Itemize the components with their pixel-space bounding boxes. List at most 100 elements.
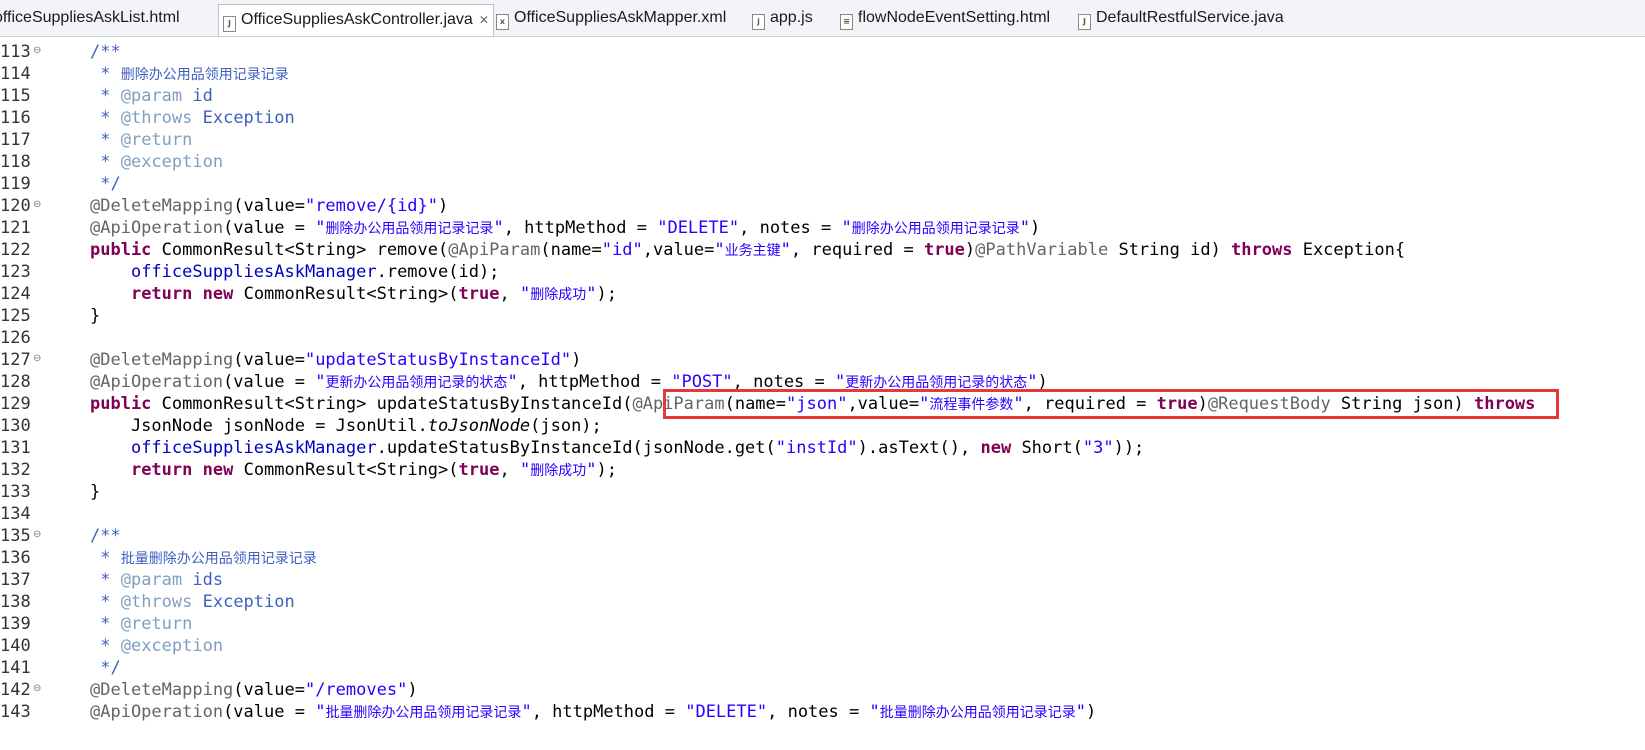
- line-number: 129: [0, 394, 31, 414]
- tab-officesuppliesasklist-html[interactable]: officeSuppliesAskList.html: [0, 5, 180, 31]
- java-file-icon: J: [223, 16, 236, 32]
- code-editor[interactable]: 113 ⊖/** 114 * 删除办公用品领用记录记录 115 * @param id…: [0, 37, 1645, 750]
- code-text[interactable]: /**: [90, 525, 121, 548]
- code-text[interactable]: * @param id: [90, 85, 213, 108]
- code-token: public: [90, 394, 152, 414]
- fold-collapse-icon[interactable]: ⊖: [33, 529, 41, 540]
- code-token: throws: [1231, 240, 1293, 260]
- code-token: 流程事件参数: [929, 397, 1014, 413]
- code-token: ): [1037, 372, 1048, 392]
- line-number: 137: [0, 570, 31, 590]
- code-text[interactable]: @DeleteMapping(value="remove/{id}"): [90, 195, 448, 218]
- code-token: String json): [1330, 394, 1474, 414]
- code-token: ,: [499, 460, 520, 480]
- code-token: ": [586, 284, 597, 304]
- code-token: *: [90, 592, 121, 612]
- code-text[interactable]: return new CommonResult<String>(true, "删…: [90, 459, 617, 482]
- code-text[interactable]: return new CommonResult<String>(true, "删…: [90, 283, 617, 306]
- code-text[interactable]: @ApiOperation(value = "批量删除办公用品领用记录记录", …: [90, 701, 1096, 724]
- code-token: CommonResult<String>(: [233, 460, 459, 480]
- code-token: @PathVariable: [975, 240, 1109, 260]
- code-token: JsonNode jsonNode = JsonUtil.: [90, 416, 428, 436]
- code-token: "DELETE": [685, 702, 768, 722]
- code-text[interactable]: @ApiOperation(value = "删除办公用品领用记录记录", ht…: [90, 217, 1040, 240]
- line-number: 133: [0, 482, 31, 502]
- code-line: 130 JsonNode jsonNode = JsonUtil.toJsonN…: [0, 415, 1645, 438]
- code-text[interactable]: officeSuppliesAskManager.updateStatusByI…: [90, 437, 1144, 460]
- code-text[interactable]: * @param ids: [90, 569, 223, 592]
- code-token: *: [90, 636, 121, 656]
- close-icon[interactable]: ✕: [479, 13, 489, 27]
- xml-file-icon: x: [496, 14, 509, 30]
- fold-collapse-icon[interactable]: ⊖: [33, 683, 41, 694]
- code-text[interactable]: officeSuppliesAskManager.remove(id);: [90, 261, 499, 284]
- code-text[interactable]: * @throws Exception: [90, 107, 295, 130]
- code-text[interactable]: * @throws Exception: [90, 591, 295, 614]
- code-token: "remove/{id}": [304, 196, 439, 216]
- code-token: @RequestBody: [1207, 394, 1331, 414]
- code-token: ": [1075, 702, 1086, 722]
- code-text[interactable]: /**: [90, 41, 121, 64]
- tab-flownodeeventsetting-html[interactable]: ≡ flowNodeEventSetting.html: [840, 5, 1050, 31]
- code-text[interactable]: }: [90, 305, 100, 328]
- code-token: "id": [601, 240, 643, 260]
- tab-officesuppliesaskmapper-xml[interactable]: x OfficeSuppliesAskMapper.xml: [496, 5, 726, 31]
- code-text[interactable]: JsonNode jsonNode = JsonUtil.toJsonNode(…: [90, 415, 602, 438]
- code-token: */: [90, 174, 121, 194]
- line-number: 122: [0, 240, 31, 260]
- code-token: ": [714, 240, 725, 260]
- html-file-icon: ≡: [840, 14, 853, 30]
- code-text[interactable]: * 删除办公用品领用记录记录: [90, 63, 288, 86]
- line-number: 135: [0, 526, 31, 546]
- code-line: 122 public CommonResult<String> remove(@A…: [0, 239, 1645, 262]
- code-line: 113 ⊖ /**: [0, 41, 1645, 64]
- code-token: }: [90, 482, 101, 502]
- tab-label: OfficeSuppliesAskMapper.xml: [514, 9, 727, 26]
- code-token: ): [1029, 218, 1041, 238]
- fold-collapse-icon[interactable]: ⊖: [33, 353, 41, 364]
- fold-collapse-icon[interactable]: ⊖: [33, 199, 41, 210]
- code-line: 133}: [0, 481, 1645, 504]
- code-token: *: [90, 86, 121, 106]
- code-token: (value =: [223, 702, 316, 722]
- code-token: true: [458, 284, 500, 304]
- code-token: throws: [1473, 394, 1536, 414]
- fold-collapse-icon[interactable]: ⊖: [33, 45, 41, 56]
- code-text[interactable]: * @exception: [90, 151, 223, 174]
- code-token: @exception: [120, 152, 224, 172]
- tab-label: officeSuppliesAskList.html: [0, 9, 180, 26]
- code-token: @DeleteMapping: [90, 196, 234, 216]
- code-token: ": [780, 240, 791, 260]
- code-token: true: [1156, 394, 1198, 414]
- code-text[interactable]: * 批量删除办公用品领用记录记录: [90, 547, 316, 570]
- code-token: .remove(id);: [376, 262, 500, 282]
- code-text[interactable]: * @return: [90, 613, 192, 636]
- tab-officesuppliesaskcontroller-java[interactable]: J OfficeSuppliesAskController.java ✕: [218, 4, 494, 36]
- tab-app-js[interactable]: j app.js: [752, 5, 813, 31]
- code-token: true: [923, 240, 965, 260]
- code-token: @DeleteMapping: [90, 350, 234, 370]
- code-token: .updateStatusByInstanceId(jsonNode.get(: [376, 438, 776, 458]
- code-text[interactable]: @DeleteMapping(value="/removes"): [90, 679, 418, 702]
- code-text[interactable]: * @exception: [90, 635, 223, 658]
- code-token: ": [519, 460, 531, 480]
- code-line: 117 * @return: [0, 129, 1645, 152]
- java-file-icon: J: [1078, 14, 1091, 30]
- code-text[interactable]: */: [90, 657, 120, 680]
- code-text[interactable]: */: [90, 173, 121, 196]
- tab-defaultrestfulservice-java[interactable]: J DefaultRestfulService.java: [1078, 5, 1284, 31]
- code-text[interactable]: @ApiOperation(value = "更新办公用品领用记录的状态", h…: [90, 371, 1048, 394]
- code-text[interactable]: * @return: [90, 129, 192, 152]
- code-line: 139 * @return: [0, 613, 1645, 636]
- code-text[interactable]: }: [90, 481, 100, 504]
- code-text[interactable]: @DeleteMapping(value="updateStatusByInst…: [90, 349, 581, 372]
- code-text[interactable]: public CommonResult<String> remove(@ApiP…: [90, 239, 1405, 262]
- line-number: 128: [0, 372, 31, 392]
- code-text[interactable]: public CommonResult<String> updateStatus…: [90, 393, 1535, 416]
- code-token: public: [90, 240, 152, 260]
- code-token: ));: [1113, 438, 1145, 458]
- code-token: , httpMethod =: [531, 702, 686, 722]
- line-number: 139: [0, 614, 31, 634]
- line-number: 141: [0, 658, 31, 678]
